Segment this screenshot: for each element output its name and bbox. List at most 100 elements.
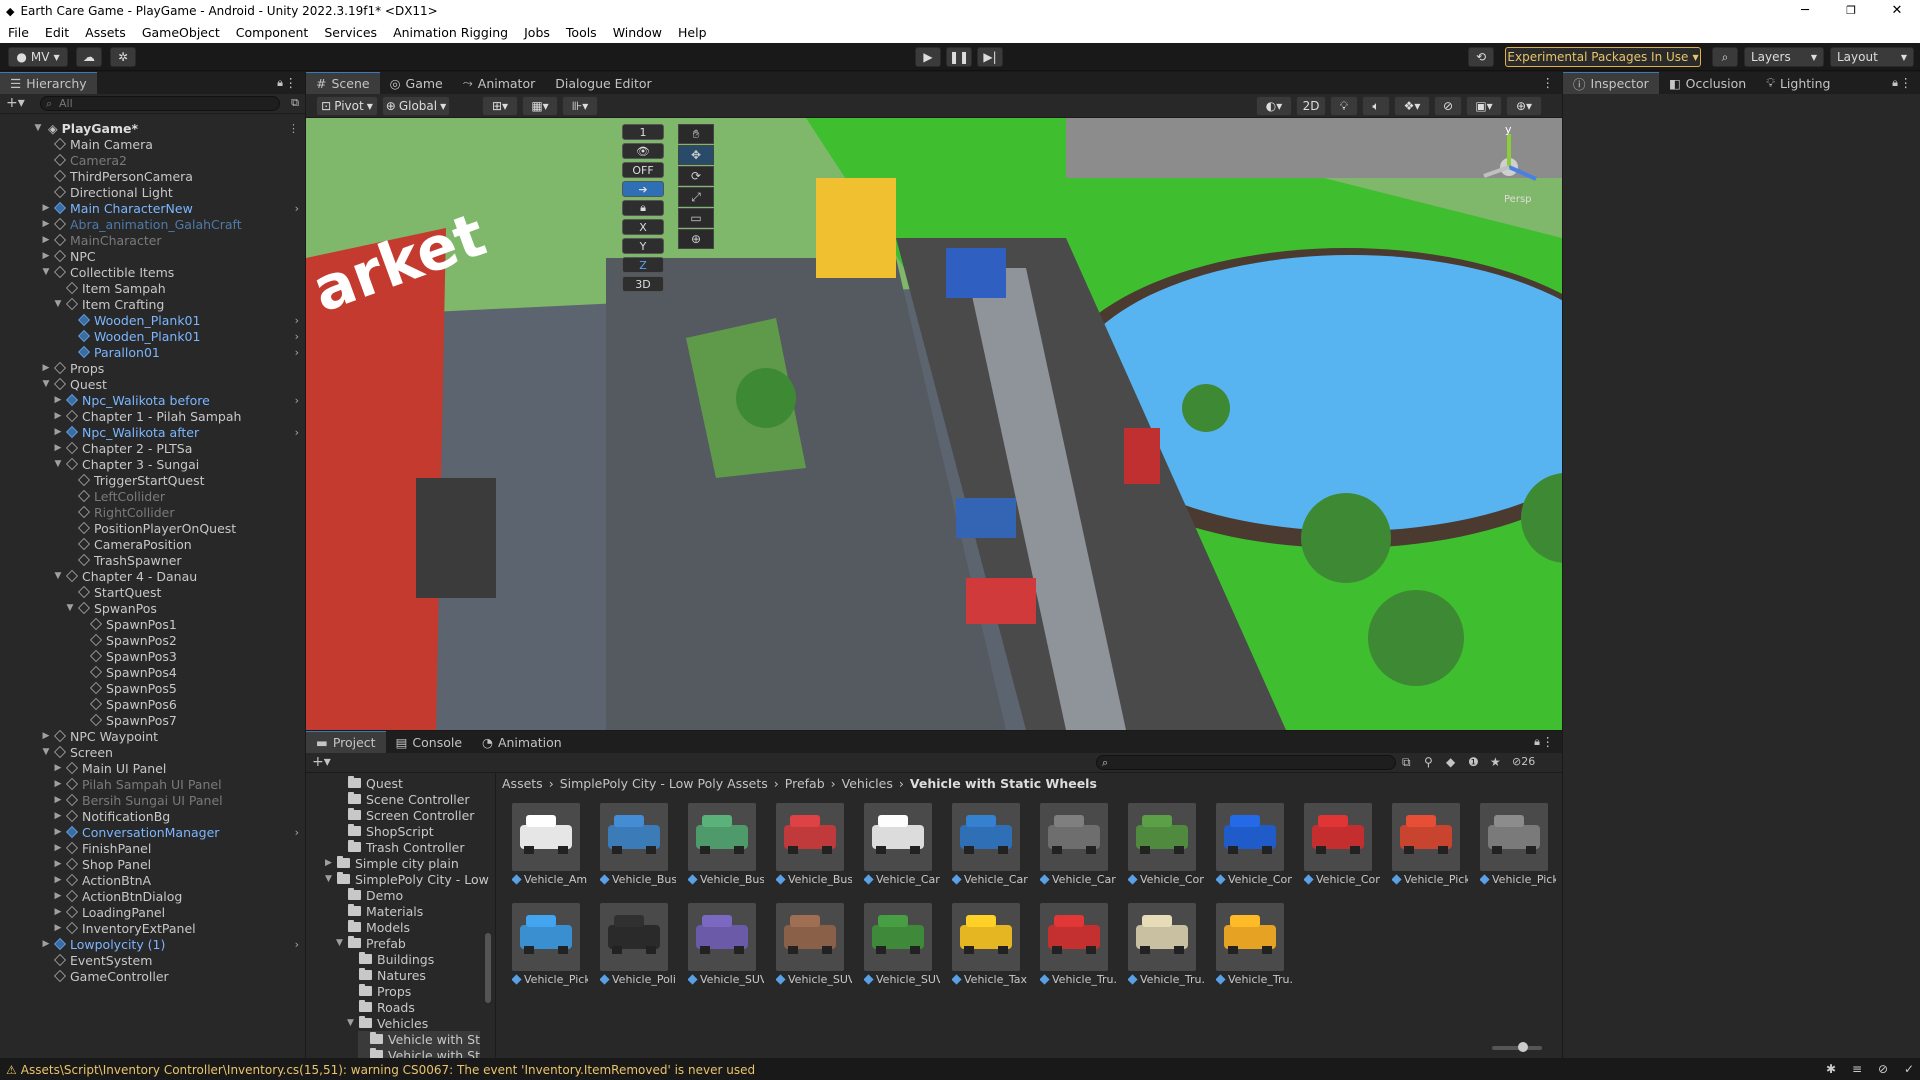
folder-row[interactable]: ▼ Prefab	[336, 935, 406, 951]
menu-gameobject[interactable]: GameObject	[134, 25, 228, 40]
grid-visibility-icon[interactable]: ▦▾	[522, 96, 558, 116]
axis-z-button[interactable]: Z	[622, 257, 664, 273]
hierarchy-row[interactable]: SpawnPos2	[0, 632, 305, 648]
step-button[interactable]: ▶|	[977, 47, 1003, 67]
minimize-button[interactable]: ─	[1782, 0, 1828, 22]
collab-icon[interactable]: ✲	[110, 47, 136, 67]
chevron-right-icon[interactable]: ›	[295, 826, 299, 839]
global-dropdown[interactable]: ⊕ Global ▼	[382, 96, 450, 116]
asset-item[interactable]: Vehicle_Am…	[502, 803, 588, 886]
rect-tool-icon[interactable]: ▭	[678, 208, 714, 228]
folder-row[interactable]: Demo	[336, 887, 403, 903]
tab-hierarchy[interactable]: ☰ Hierarchy	[0, 72, 97, 94]
asset-item[interactable]: Vehicle_Tru…	[1206, 903, 1292, 986]
menu-file[interactable]: File	[0, 25, 37, 40]
hierarchy-row[interactable]: ThirdPersonCamera	[0, 168, 305, 184]
expand-arrow-icon[interactable]: ▶	[52, 843, 64, 853]
folder-row[interactable]: ▼ Vehicles	[347, 1015, 428, 1031]
tab-project[interactable]: ▬ Project	[306, 731, 386, 753]
expand-arrow-icon[interactable]: ▶	[52, 443, 64, 453]
asset-item[interactable]: Vehicle_Con…	[1294, 803, 1380, 886]
lock-icon[interactable]: 🔒︎	[1892, 76, 1898, 90]
hierarchy-row[interactable]: Main Camera	[0, 136, 305, 152]
asset-item[interactable]: Vehicle_SUV…	[854, 903, 940, 986]
check-icon[interactable]: ✓	[1902, 1062, 1916, 1076]
hierarchy-row[interactable]: ▼ Item Crafting	[0, 296, 305, 312]
hierarchy-row[interactable]: ▶ MainCharacter	[0, 232, 305, 248]
star-icon[interactable]: ★	[1490, 755, 1501, 769]
hierarchy-row[interactable]: ▶ Abra_animation_GalahCraft	[0, 216, 305, 232]
expand-arrow-icon[interactable]: ▶	[52, 411, 64, 421]
hierarchy-row[interactable]: Parallon01 ›	[0, 344, 305, 360]
filter-icon[interactable]: ⧉	[291, 96, 299, 110]
hierarchy-row[interactable]: SpawnPos6	[0, 696, 305, 712]
expand-arrow-icon[interactable]: ▶	[325, 858, 337, 868]
expand-arrow-icon[interactable]: ▼	[347, 1018, 359, 1028]
transform-tool-icon[interactable]: ⊕	[678, 229, 714, 249]
hierarchy-row[interactable]: ▶ InventoryExtPanel	[0, 920, 305, 936]
menu-edit[interactable]: Edit	[37, 25, 77, 40]
tab-scene[interactable]: # Scene	[306, 72, 380, 94]
search-by-label-icon[interactable]: ⚲	[1424, 755, 1433, 769]
menu-assets[interactable]: Assets	[77, 25, 134, 40]
folder-row[interactable]: ▶ Simple city plain	[325, 855, 459, 871]
hierarchy-row[interactable]: SpawnPos4	[0, 664, 305, 680]
menu-help[interactable]: Help	[670, 25, 715, 40]
expand-arrow-icon[interactable]: ▼	[40, 747, 52, 757]
expand-arrow-icon[interactable]: ▶	[40, 939, 52, 949]
cloud-icon[interactable]: ☁	[76, 47, 102, 67]
expand-arrow-icon[interactable]: ▶	[52, 763, 64, 773]
grid-snap-icon[interactable]: ⊞▾	[482, 96, 518, 116]
move-tool-icon[interactable]: ✥	[678, 145, 714, 165]
asset-item[interactable]: Vehicle_Tru…	[1118, 903, 1204, 986]
folder-row[interactable]: Materials	[336, 903, 423, 919]
draw-mode-icon[interactable]: ◐▾	[1256, 96, 1292, 116]
kebab-menu-icon[interactable]: ⋮	[288, 122, 299, 135]
search-by-type-icon[interactable]: ⧉	[1402, 755, 1411, 770]
layout-dropdown[interactable]: Layout ▼	[1830, 47, 1914, 67]
hierarchy-row[interactable]: StartQuest	[0, 584, 305, 600]
chevron-right-icon[interactable]: ›	[295, 330, 299, 343]
tab-occlusion[interactable]: ◧ Occlusion	[1659, 72, 1756, 94]
asset-item[interactable]: Vehicle_Pick…	[1470, 803, 1556, 886]
slider-handle[interactable]	[1518, 1042, 1528, 1052]
folder-row[interactable]: Scene Controller	[336, 791, 470, 807]
experimental-packages-button[interactable]: Experimental Packages In Use ▼	[1505, 47, 1701, 67]
hierarchy-row[interactable]: ▼ SpwanPos	[0, 600, 305, 616]
expand-arrow-icon[interactable]: ▶	[52, 827, 64, 837]
asset-item[interactable]: Vehicle_Bus…	[766, 803, 852, 886]
chevron-right-icon[interactable]: ›	[295, 426, 299, 439]
expand-arrow-icon[interactable]: ▼	[64, 603, 76, 613]
hierarchy-row[interactable]: ▼ Chapter 3 - Sungai	[0, 456, 305, 472]
expand-arrow-icon[interactable]: ▼	[32, 123, 44, 133]
hand-tool-icon[interactable]: ✋︎	[678, 124, 714, 144]
expand-arrow-icon[interactable]: ▼	[52, 459, 64, 469]
expand-arrow-icon[interactable]: ▼	[52, 299, 64, 309]
warning-filter-icon[interactable]: ❶	[1468, 755, 1479, 769]
hierarchy-row[interactable]: ▶ Main UI Panel	[0, 760, 305, 776]
increment-snap-icon[interactable]: ⊪▾	[562, 96, 598, 116]
folder-row[interactable]: Quest	[336, 775, 403, 791]
folder-row[interactable]: Trash Controller	[336, 839, 465, 855]
hierarchy-row[interactable]: LeftCollider	[0, 488, 305, 504]
folder-row[interactable]: Vehicle with St	[358, 1031, 481, 1047]
hierarchy-row[interactable]: ▼ Collectible Items	[0, 264, 305, 280]
hidden-packages-icon[interactable]: ⊘26	[1512, 755, 1535, 768]
account-dropdown[interactable]: ● MV ▼	[8, 47, 68, 67]
scene-viewport[interactable]: arket 1 👁︎ OFF ➔ 🔒︎ X Y Z 3D ✋︎ ✥ ⟳ ⤢ ▭ …	[306, 118, 1562, 730]
pivot-dropdown[interactable]: ⊡ Pivot ▼	[316, 96, 378, 116]
asset-item[interactable]: Vehicle_Bus…	[590, 803, 676, 886]
expand-arrow-icon[interactable]: ▶	[52, 859, 64, 869]
hierarchy-row[interactable]: PositionPlayerOnQuest	[0, 520, 305, 536]
chevron-right-icon[interactable]: ›	[295, 202, 299, 215]
asset-item[interactable]: Vehicle_Con…	[1206, 803, 1292, 886]
overlay-toggle-off[interactable]: OFF	[622, 162, 664, 178]
scrollbar-thumb[interactable]	[485, 933, 491, 1003]
chevron-right-icon[interactable]: ›	[295, 394, 299, 407]
expand-arrow-icon[interactable]: ▶	[52, 811, 64, 821]
kebab-menu-icon[interactable]: ⋮	[285, 75, 298, 90]
hierarchy-row[interactable]: Wooden_Plank01 ›	[0, 328, 305, 344]
hierarchy-row[interactable]: ▶ ActionBtnDialog	[0, 888, 305, 904]
hierarchy-row[interactable]: ▼ Quest	[0, 376, 305, 392]
move-arrow-icon[interactable]: ➔	[622, 181, 664, 197]
